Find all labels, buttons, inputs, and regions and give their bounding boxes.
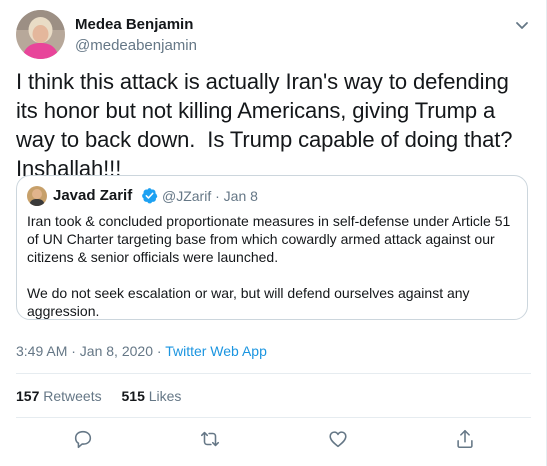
chevron-down-icon[interactable]: [512, 18, 532, 34]
verified-badge-icon: [141, 187, 158, 204]
source-link[interactable]: Twitter Web App: [165, 343, 267, 359]
quoted-author-avatar: [27, 186, 47, 206]
tweet-stats: 157 Retweets 515 Likes: [16, 388, 181, 404]
tweet-card: Medea Benjamin @medeabenjamin I think th…: [0, 0, 547, 466]
quoted-meta: @JZarif · Jan 8: [162, 188, 258, 204]
tweet-text: I think this attack is actually Iran's w…: [16, 69, 519, 181]
quoted-date: Jan 8: [223, 188, 258, 204]
tweet-timestamp: 3:49 AM · Jan 8, 2020 · Twitter Web App: [16, 343, 267, 359]
retweets-label: Retweets: [43, 388, 102, 404]
avatar-photo: [16, 10, 65, 59]
share-icon[interactable]: [454, 428, 476, 450]
likes-label: Likes: [148, 388, 182, 404]
quoted-text: Iran took & concluded proportionate meas…: [27, 212, 519, 320]
quoted-paragraph: Iran took & concluded proportionate meas…: [27, 213, 511, 265]
quoted-paragraph: We do not seek escalation or war, but wi…: [27, 285, 470, 319]
quoted-author-name: Javad Zarif: [53, 187, 133, 204]
author-handle[interactable]: @medeabenjamin: [75, 37, 197, 54]
timestamp-time[interactable]: 3:49 AM · Jan 8, 2020: [16, 343, 153, 359]
author-name[interactable]: Medea Benjamin: [75, 16, 193, 33]
quoted-handle: @JZarif: [162, 188, 212, 204]
divider: [16, 417, 531, 418]
likes-stat[interactable]: 515 Likes: [122, 388, 182, 404]
retweets-stat[interactable]: 157 Retweets: [16, 388, 102, 404]
divider: [16, 373, 531, 374]
like-icon[interactable]: [327, 428, 349, 450]
quoted-separator: ·: [215, 188, 220, 204]
author-avatar[interactable]: [16, 10, 65, 59]
retweet-icon[interactable]: [199, 428, 221, 450]
timestamp-separator: ·: [156, 343, 162, 359]
likes-count: 515: [121, 388, 145, 404]
reply-icon[interactable]: [72, 428, 94, 450]
retweets-count: 157: [16, 388, 40, 404]
quoted-tweet[interactable]: Javad Zarif @JZarif · Jan 8 Iran took & …: [16, 175, 528, 320]
